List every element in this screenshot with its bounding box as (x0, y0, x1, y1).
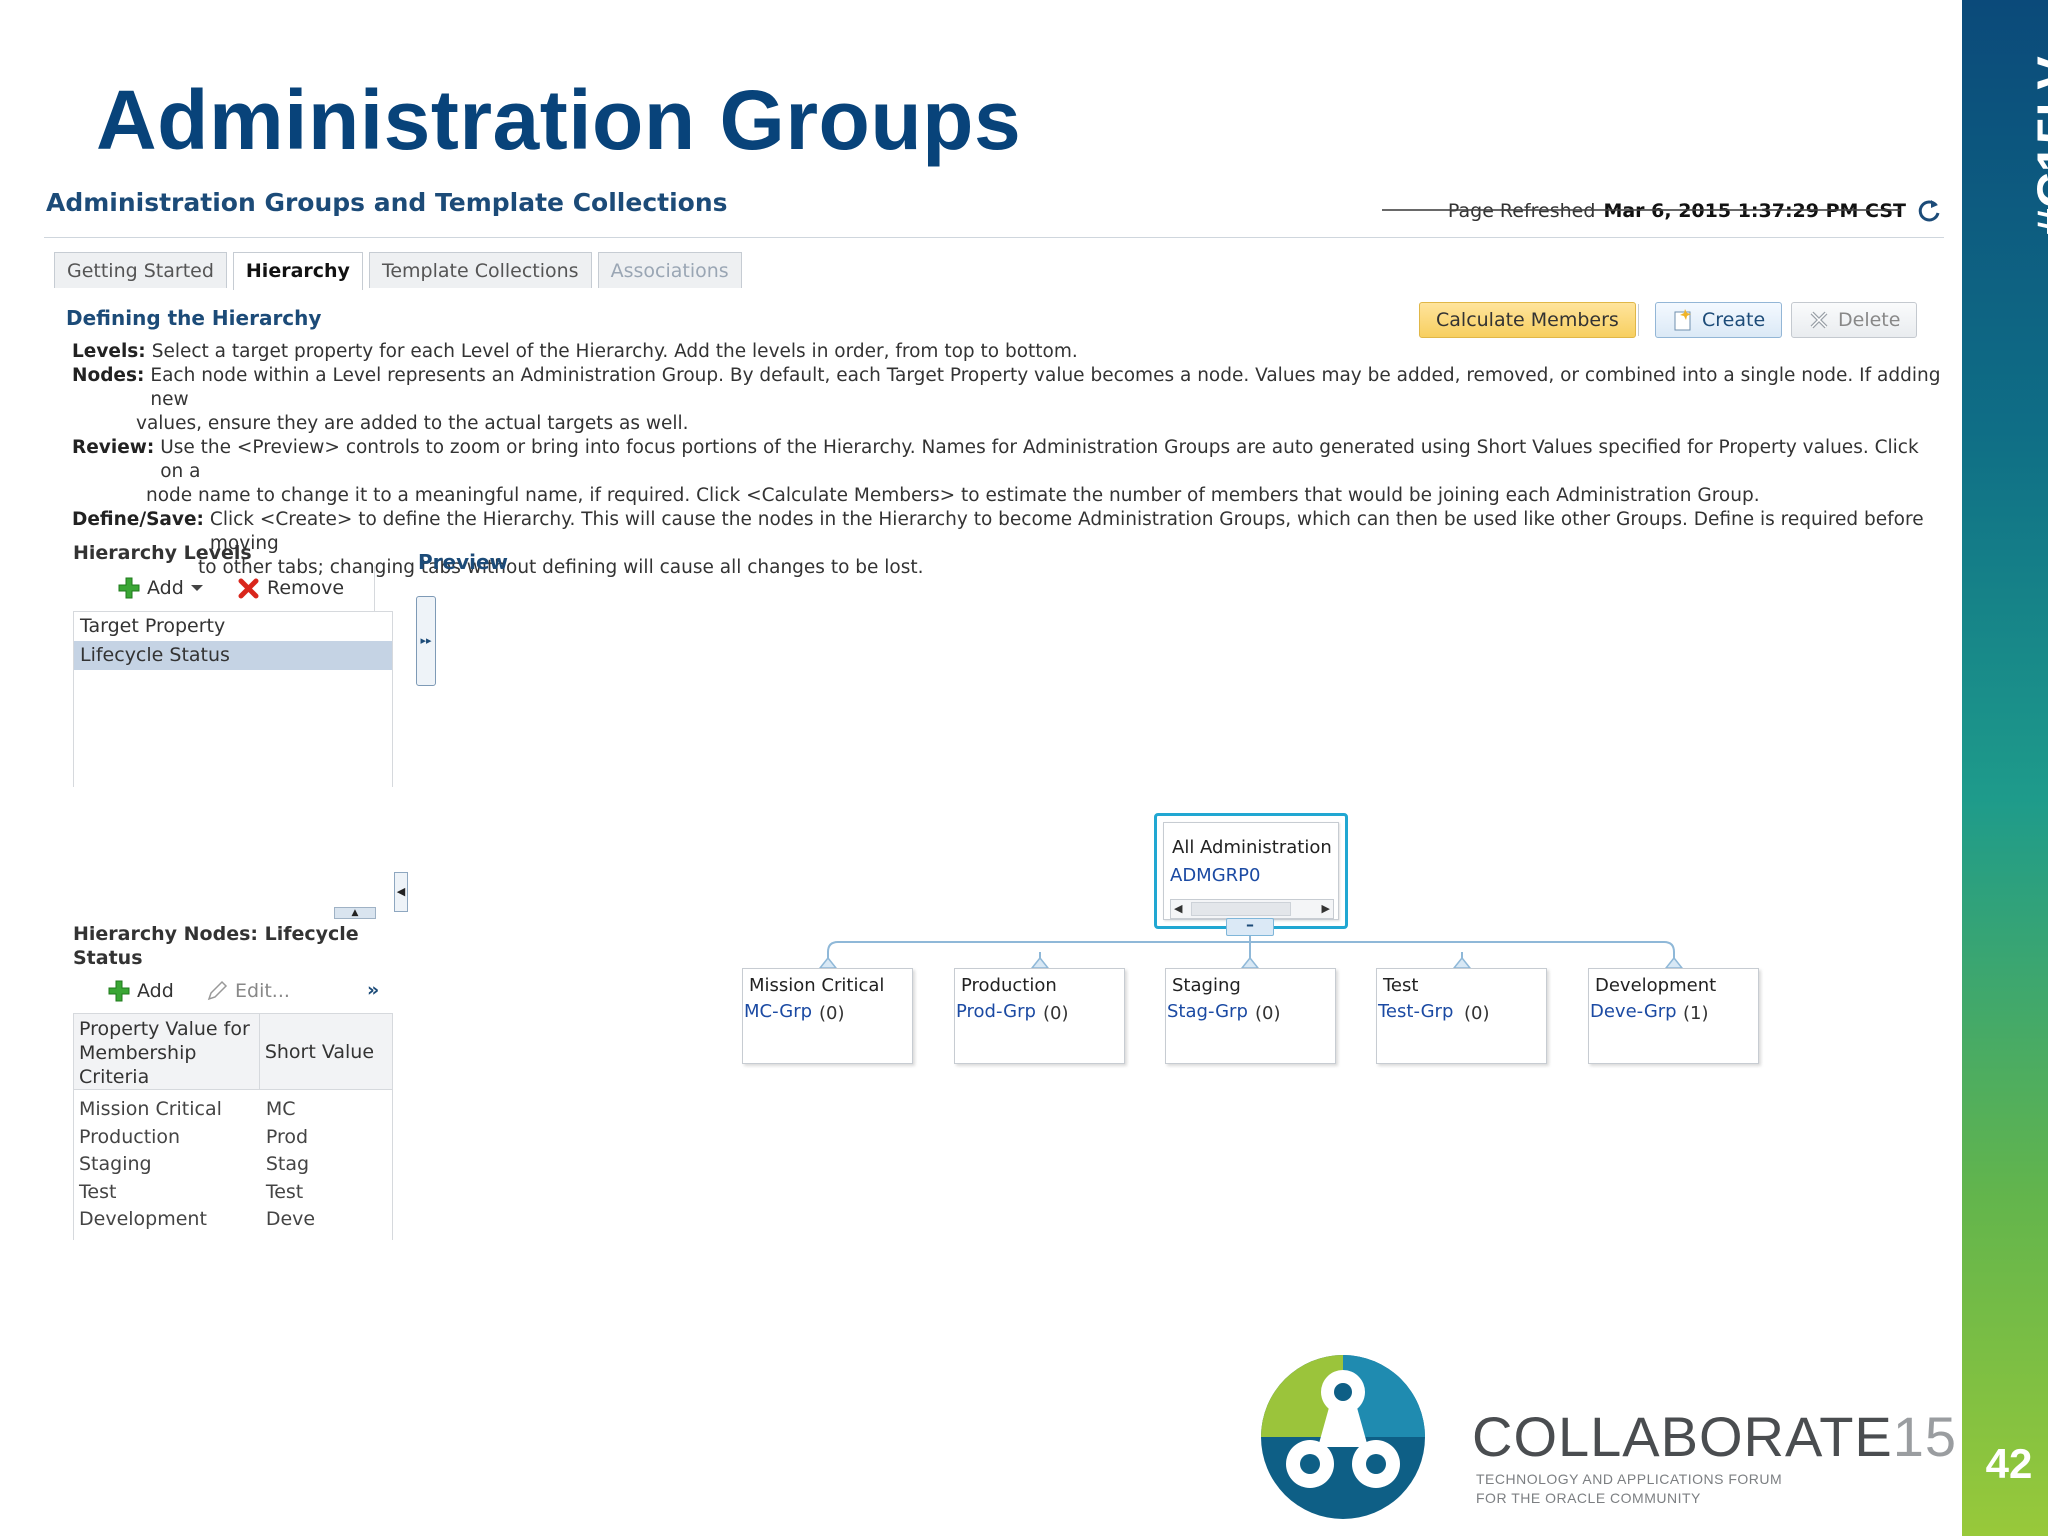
scroll-left-icon[interactable]: ◀ (1174, 900, 1182, 918)
tree-node-development[interactable]: Development Deve-Grp (1) (1588, 968, 1759, 1064)
tree-connectors (818, 936, 1684, 969)
node-member-count: (0) (1255, 1003, 1281, 1024)
tree-root-card: All Administration Gr ADMGRP0 ◀ ▶ (1163, 822, 1339, 920)
brand-wordmark: COLLABORATE15 (1472, 1405, 1958, 1468)
node-code-link[interactable]: Prod-Grp (956, 1001, 1036, 1022)
tree-node-mission-critical[interactable]: Mission Critical MC-Grp (0) (742, 968, 913, 1064)
tree-node-test[interactable]: Test Test-Grp (0) (1376, 968, 1547, 1064)
node-label: Staging (1172, 975, 1241, 996)
root-node-label: All Administration Gr (1172, 837, 1338, 858)
root-node-code[interactable]: ADMGRP0 (1170, 865, 1260, 886)
scroll-thumb[interactable] (1191, 902, 1291, 916)
node-member-count: (1) (1683, 1003, 1709, 1024)
node-label: Production (961, 975, 1057, 996)
brand-tagline: TECHNOLOGY AND APPLICATIONS FORUM FOR TH… (1476, 1471, 1783, 1506)
node-code-link[interactable]: MC-Grp (744, 1001, 812, 1022)
tree-root-node[interactable]: All Administration Gr ADMGRP0 ◀ ▶ (1154, 813, 1348, 929)
collaborate-logo-icon (1261, 1355, 1425, 1519)
tree-node-staging[interactable]: Staging Stag-Grp (0) (1165, 968, 1336, 1064)
node-member-count: (0) (1464, 1003, 1490, 1024)
scroll-right-icon[interactable]: ▶ (1322, 900, 1330, 918)
node-code-link[interactable]: Stag-Grp (1167, 1001, 1248, 1022)
node-label: Development (1595, 975, 1717, 996)
collapse-node-button[interactable]: – (1226, 917, 1274, 936)
node-member-count: (0) (819, 1003, 845, 1024)
node-label: Test (1383, 975, 1419, 996)
node-label: Mission Critical (749, 975, 885, 996)
node-code-link[interactable]: Test-Grp (1378, 1001, 1453, 1022)
node-code-link[interactable]: Deve-Grp (1590, 1001, 1677, 1022)
tree-node-production[interactable]: Production Prod-Grp (0) (954, 968, 1125, 1064)
node-member-count: (0) (1043, 1003, 1069, 1024)
